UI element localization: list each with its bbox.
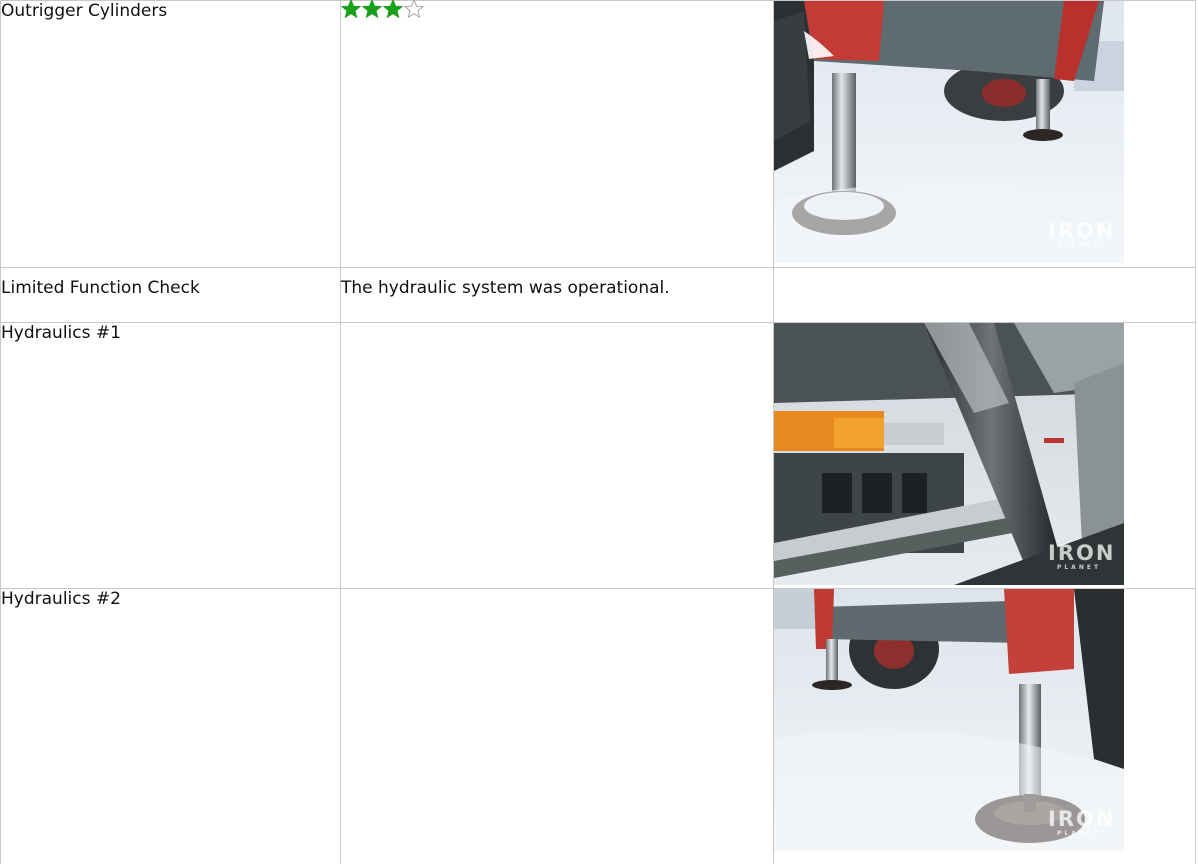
watermark-logo: IRON PLANET: [1048, 220, 1110, 249]
item-label: Limited Function Check: [1, 268, 341, 323]
star-filled-icon: [362, 0, 382, 18]
photo-cell: IRON PLANET: [774, 589, 1196, 864]
star-filled-icon: [383, 0, 403, 18]
empty-cell: [341, 589, 774, 864]
star-empty-icon: [404, 0, 424, 18]
watermark-text: IRON: [1048, 220, 1110, 242]
rating-cell: [341, 1, 774, 268]
item-label: Hydraulics #1: [1, 323, 341, 589]
table-row: Hydraulics #2: [1, 589, 1196, 864]
watermark-text: IRON: [1048, 808, 1110, 830]
photo-cell: IRON PLANET: [774, 323, 1196, 589]
table-row: Limited Function Check The hydraulic sys…: [1, 268, 1196, 323]
watermark-subtext: PLANET: [1048, 564, 1110, 571]
item-description: The hydraulic system was operational.: [341, 268, 774, 323]
empty-cell: [774, 268, 1196, 323]
item-label: Outrigger Cylinders: [1, 1, 341, 268]
watermark-logo: IRON PLANET: [1048, 542, 1110, 571]
star-rating: [341, 0, 773, 18]
outrigger-cylinder-photo[interactable]: IRON PLANET: [774, 1, 1124, 263]
item-label: Hydraulics #2: [1, 589, 341, 864]
star-filled-icon: [341, 0, 361, 18]
watermark-subtext: PLANET: [1048, 830, 1110, 837]
hydraulic-cylinder-photo[interactable]: IRON PLANET: [774, 323, 1124, 585]
watermark-subtext: PLANET: [1048, 242, 1110, 249]
inspection-table: Outrigger Cylinders: [0, 0, 1196, 864]
table-row: Outrigger Cylinders: [1, 1, 1196, 268]
table-row: Hydraulics #1: [1, 323, 1196, 589]
outrigger-leg-photo[interactable]: IRON PLANET: [774, 589, 1124, 851]
photo-cell: IRON PLANET: [774, 1, 1196, 268]
watermark-text: IRON: [1048, 542, 1110, 564]
empty-cell: [341, 323, 774, 589]
watermark-logo: IRON PLANET: [1048, 808, 1110, 837]
